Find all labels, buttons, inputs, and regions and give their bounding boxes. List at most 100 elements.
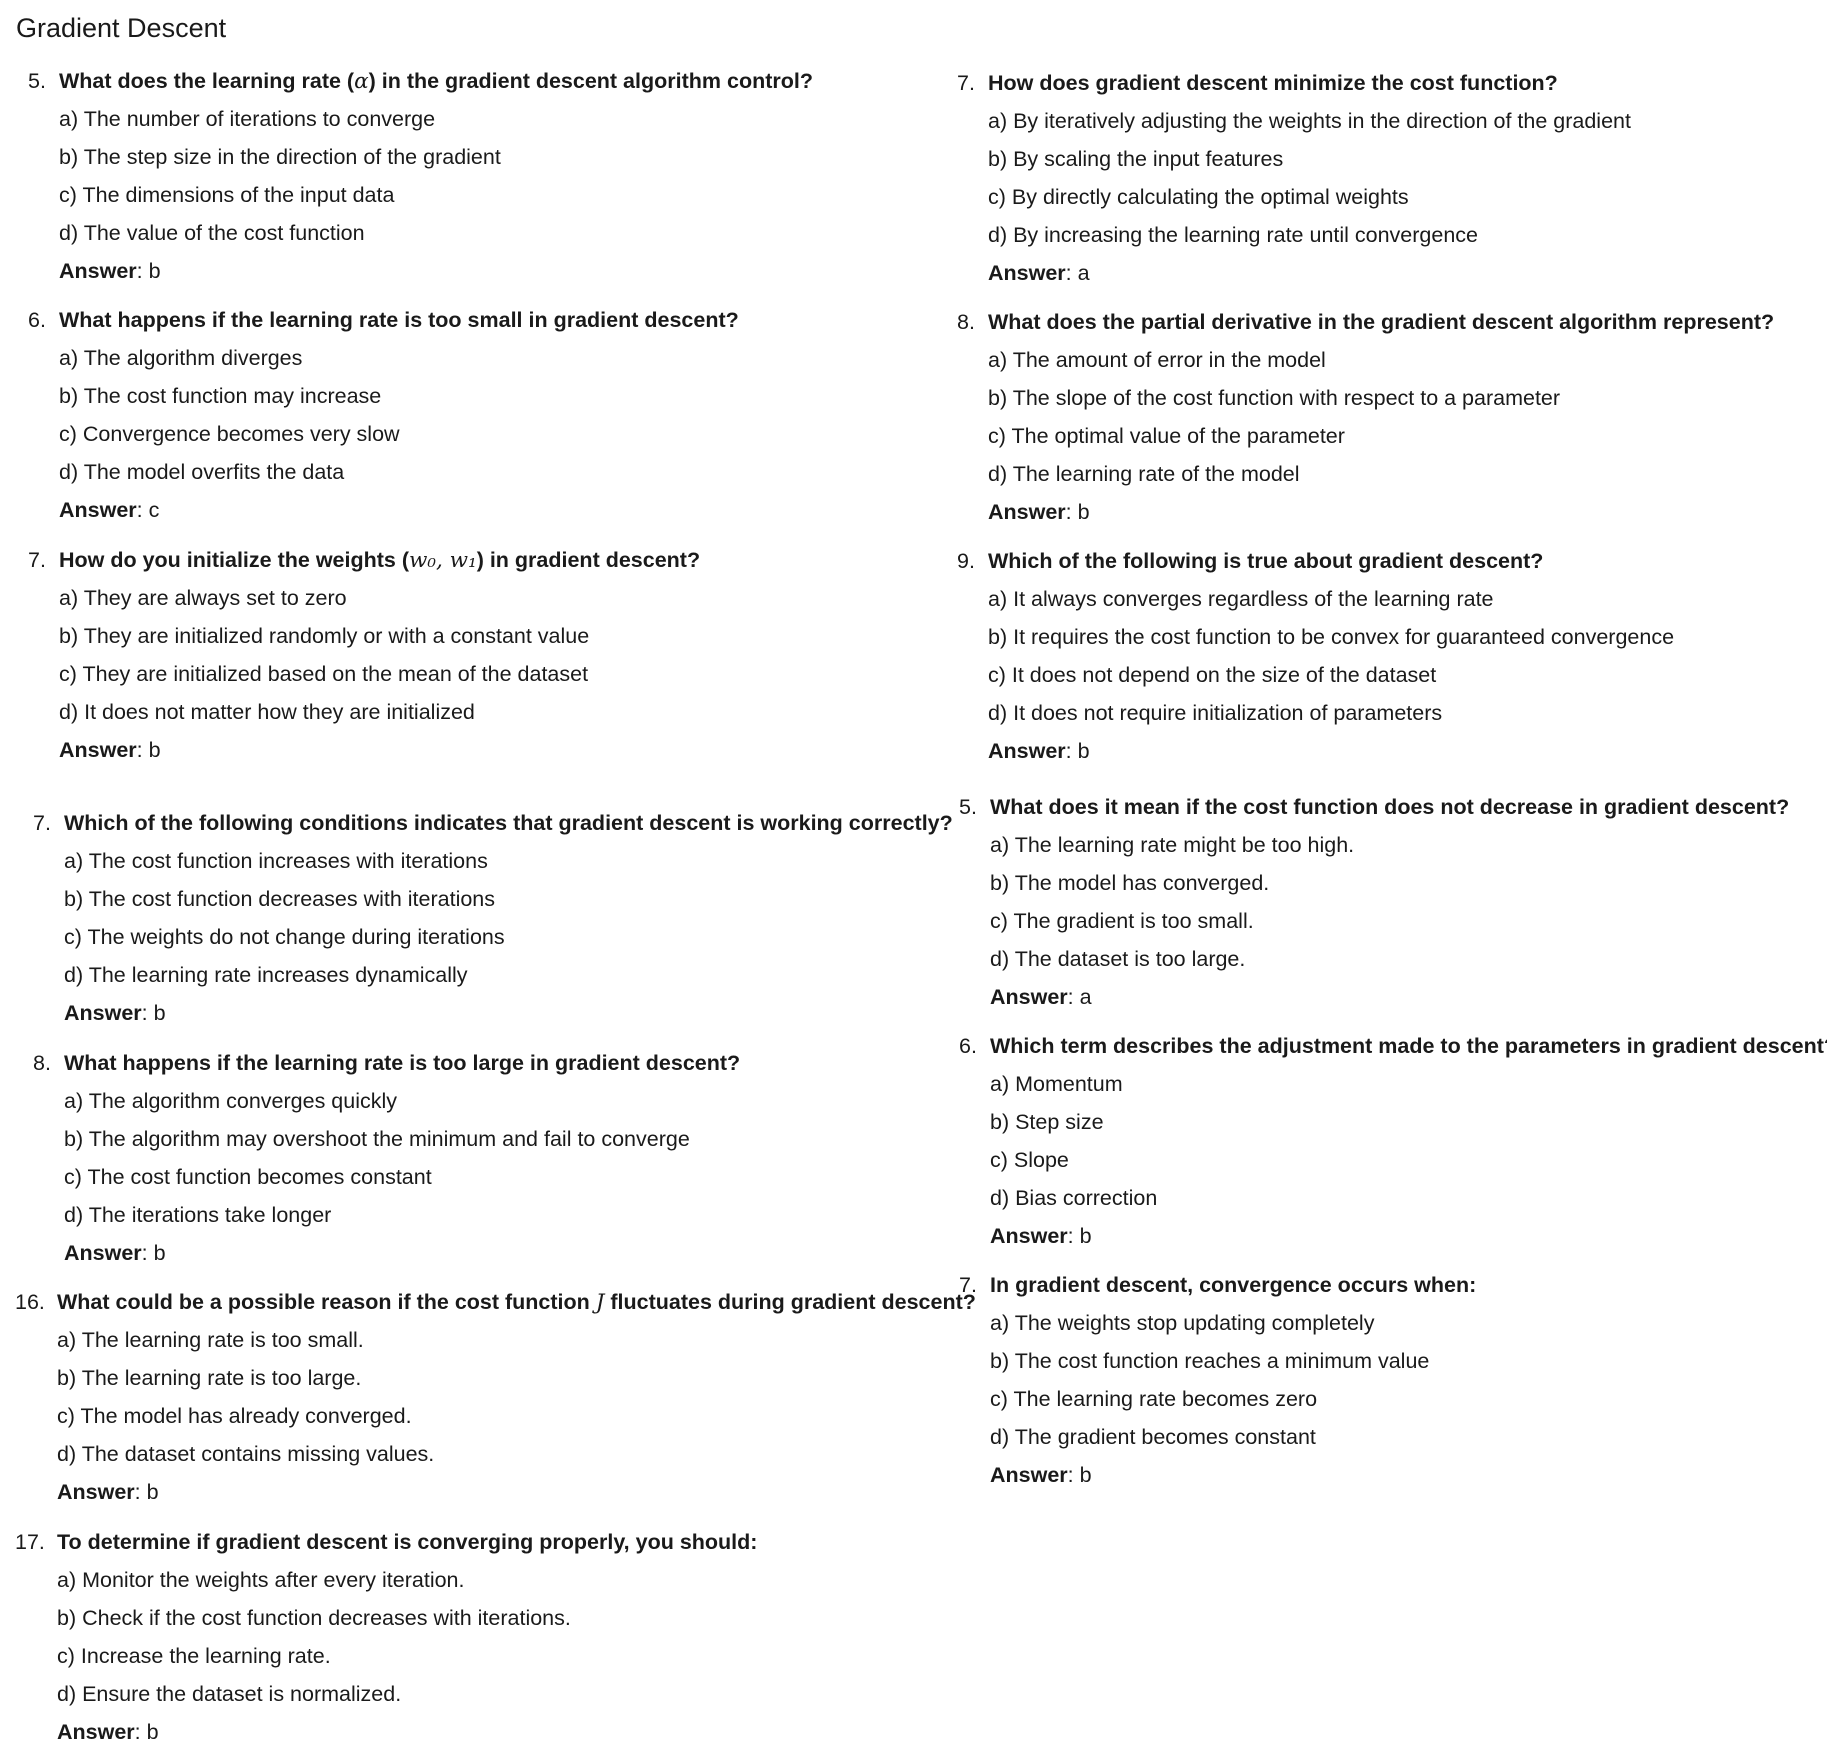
question-text: What does the partial derivative in the …: [988, 310, 1775, 334]
option-b: b) The learning rate is too large.: [57, 1366, 362, 1390]
option-a: a) The learning rate might be too high.: [990, 833, 1355, 857]
option-d: d) The learning rate of the model: [988, 462, 1300, 486]
option-d: d) It does not require initialization of…: [988, 701, 1443, 725]
question-heading: 5. What does it mean if the cost functio…: [959, 792, 1789, 822]
question-block: 9. Which of the following is true about …: [957, 546, 1674, 766]
option-c: c) The dimensions of the input data: [59, 183, 395, 207]
answer-label: Answer: [990, 985, 1068, 1009]
option-b: b) They are initialized randomly or with…: [59, 624, 590, 648]
question-block: 8. What does the partial derivative in t…: [957, 307, 1774, 527]
question-number: 8.: [33, 1051, 51, 1075]
option-c: c) Convergence becomes very slow: [59, 422, 400, 446]
question-block: 16. What could be a possible reason if t…: [15, 1287, 976, 1507]
option-b: b) Step size: [990, 1110, 1104, 1134]
question-block: 6. What happens if the learning rate is …: [28, 305, 739, 525]
question-block: 8. What happens if the learning rate is …: [33, 1048, 740, 1268]
option-c: c) The learning rate becomes zero: [990, 1387, 1318, 1411]
question-number: 5.: [959, 795, 977, 819]
question-block: 6. Which term describes the adjustment m…: [959, 1031, 1827, 1251]
option-a: a) The amount of error in the model: [988, 348, 1326, 372]
question-text: In gradient descent, convergence occurs …: [990, 1273, 1477, 1297]
question-text: What happens if the learning rate is too…: [59, 308, 739, 332]
answer-value: : b: [141, 1241, 166, 1265]
question-number: 8.: [957, 310, 975, 334]
question-number: 9.: [957, 549, 975, 573]
option-c: c) The optimal value of the parameter: [988, 424, 1345, 448]
answer: Answer: a: [988, 258, 1631, 288]
question-heading: 7. How do you initialize the weights (w₀…: [28, 545, 700, 575]
option-a: a) The cost function increases with iter…: [64, 849, 488, 873]
option-d: d) The dataset contains missing values.: [57, 1442, 435, 1466]
page-title: Gradient Descent: [16, 13, 227, 43]
option-d: d) By increasing the learning rate until…: [988, 223, 1479, 247]
question-heading: 9. Which of the following is true about …: [957, 546, 1674, 576]
option-a: a) The learning rate is too small.: [57, 1328, 364, 1352]
answer-value: : b: [141, 1001, 166, 1025]
option-c: c) Slope: [990, 1148, 1069, 1172]
answer-label: Answer: [57, 1720, 135, 1744]
question-text: What does it mean if the cost function d…: [990, 795, 1790, 819]
answer: Answer: b: [57, 1477, 434, 1507]
option-a: a) It always converges regardless of the…: [988, 587, 1494, 611]
answer-label: Answer: [59, 738, 137, 762]
question-heading: 6. Which term describes the adjustment m…: [959, 1031, 1827, 1061]
question-text: Which of the following is true about gra…: [988, 549, 1544, 573]
answer: Answer: b: [64, 1238, 690, 1268]
question-number: 5.: [28, 69, 46, 93]
option-b: b) The cost function may increase: [59, 384, 382, 408]
math-expression: w₀, w₁: [408, 548, 477, 573]
answer: Answer: b: [59, 256, 501, 286]
option-a: a) The algorithm converges quickly: [64, 1089, 398, 1113]
question-block: 5. What does the learning rate (α) in th…: [28, 66, 813, 286]
question-text: What could be a possible reason if the c…: [57, 1290, 976, 1315]
question-number: 17.: [15, 1530, 45, 1554]
option-a: a) Momentum: [990, 1072, 1123, 1096]
option-d: d) The dataset is too large.: [990, 947, 1246, 971]
option-b: b) The slope of the cost function with r…: [988, 386, 1561, 410]
question-block: 7. How does gradient descent minimize th…: [957, 68, 1631, 288]
answer-label: Answer: [57, 1480, 135, 1504]
question-text: How do you initialize the weights (w₀, w…: [59, 548, 701, 573]
answer: Answer: b: [64, 998, 505, 1028]
option-c: c) The gradient is too small.: [990, 909, 1254, 933]
option-d: d) The iterations take longer: [64, 1203, 332, 1227]
option-a: a) The number of iterations to converge: [59, 107, 436, 131]
answer-label: Answer: [64, 1241, 142, 1265]
question-number: 7.: [28, 548, 46, 572]
answer-label: Answer: [59, 498, 137, 522]
question-number: 16.: [15, 1290, 45, 1314]
question-text: Which term describes the adjustment made…: [990, 1034, 1827, 1058]
option-b: b) The algorithm may overshoot the minim…: [64, 1127, 690, 1151]
answer: Answer: b: [990, 1221, 1157, 1251]
answer: Answer: b: [59, 735, 589, 765]
answer-value: : b: [1065, 500, 1090, 524]
option-d: d) The learning rate increases dynamical…: [64, 963, 468, 987]
answer-value: : a: [1067, 985, 1092, 1009]
answer: Answer: b: [57, 1717, 571, 1747]
question-block: 7. In gradient descent, convergence occu…: [959, 1270, 1476, 1490]
answer-value: : b: [136, 738, 161, 762]
option-a: a) The algorithm diverges: [59, 346, 303, 370]
answer-label: Answer: [990, 1224, 1068, 1248]
answer-value: : c: [136, 498, 160, 522]
question-text: What does the learning rate (α) in the g…: [59, 69, 813, 94]
answer: Answer: b: [990, 1460, 1429, 1490]
answer-value: : b: [136, 259, 161, 283]
option-a: a) Monitor the weights after every itera…: [57, 1568, 465, 1592]
question-block: 17. To determine if gradient descent is …: [15, 1527, 757, 1747]
question-heading: 5. What does the learning rate (α) in th…: [28, 66, 813, 96]
question-number: 7.: [957, 71, 975, 95]
question-number: 7.: [33, 811, 51, 835]
answer-value: : b: [1067, 1224, 1092, 1248]
option-b: b) The model has converged.: [990, 871, 1270, 895]
option-a: a) By iteratively adjusting the weights …: [988, 109, 1631, 133]
option-c: c) The model has already converged.: [57, 1404, 412, 1428]
question-number: 6.: [959, 1034, 977, 1058]
option-d: d) It does not matter how they are initi…: [59, 700, 475, 724]
option-a: a) They are always set to zero: [59, 586, 347, 610]
option-d: d) Bias correction: [990, 1186, 1158, 1210]
question-heading: 8. What does the partial derivative in t…: [957, 307, 1774, 337]
answer-value: : b: [1067, 1463, 1092, 1487]
question-heading: 7. Which of the following conditions ind…: [33, 808, 953, 838]
answer-label: Answer: [59, 259, 137, 283]
